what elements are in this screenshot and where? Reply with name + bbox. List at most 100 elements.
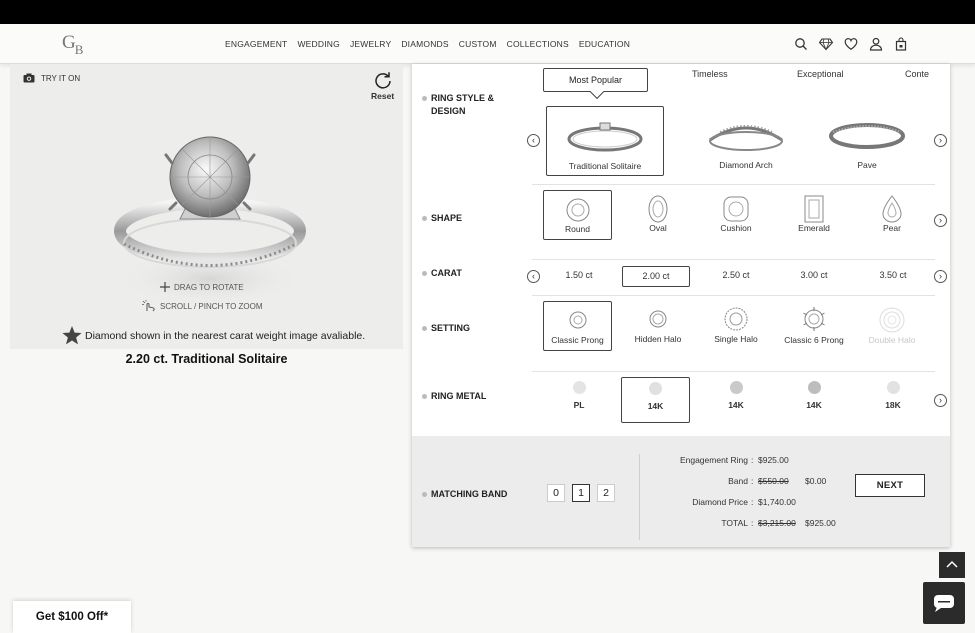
separator: :: [751, 455, 754, 465]
metal-option-pl[interactable]: PL: [545, 377, 613, 410]
setting-option-hidden-halo[interactable]: Hidden Halo: [622, 301, 694, 344]
top-black-bar: [0, 0, 975, 24]
nav-wedding[interactable]: WEDDING: [297, 39, 339, 49]
star-icon: [62, 326, 82, 345]
style-label-2: Pave: [857, 160, 877, 170]
reset-button[interactable]: Reset: [371, 70, 394, 101]
chat-button[interactable]: [923, 582, 965, 624]
shape-option-round[interactable]: Round: [543, 190, 612, 240]
metal-swatch: [572, 381, 586, 394]
arch-ring-icon: [709, 125, 783, 151]
carat-next-arrow[interactable]: ›: [934, 270, 947, 283]
shape-next-arrow[interactable]: ›: [934, 214, 947, 227]
carat-option-3-50[interactable]: 3.50 ct: [859, 266, 927, 287]
metal-option-18k[interactable]: 18K: [859, 377, 927, 410]
price-summary: MATCHING BAND 0 1 2 Engagement Ring : $9…: [412, 436, 950, 547]
nav-diamonds[interactable]: DIAMONDS: [401, 39, 448, 49]
user-icon[interactable]: [869, 37, 883, 51]
carat-option-2-00[interactable]: 2.00 ct: [622, 266, 690, 287]
round-diamond-icon: [566, 198, 589, 222]
pave-ring-icon: [829, 123, 905, 149]
tab-exceptional[interactable]: Exceptional: [797, 69, 844, 79]
ring-3d-viewer[interactable]: TRY IT ON Reset DRAG TO ROTATE SCROLL / …: [10, 64, 403, 349]
pinch-hand-icon: [142, 300, 155, 312]
shape-label-1: Oval: [649, 223, 667, 233]
divider: [532, 371, 935, 372]
metal-label-1: 14K: [647, 401, 664, 411]
ring-image: [114, 136, 306, 307]
carat-option-3-00[interactable]: 3.00 ct: [780, 266, 848, 287]
style-option-diamond-arch[interactable]: Diamond Arch: [686, 106, 806, 176]
band-price: $0.00: [805, 476, 827, 486]
band-qty-1[interactable]: 1: [572, 484, 590, 502]
setting-option-double-halo[interactable]: Double Halo: [856, 301, 928, 345]
product-title: 2.20 ct. Traditional Solitaire: [125, 352, 288, 366]
carat-option-1-50[interactable]: 1.50 ct: [545, 266, 613, 287]
metal-next-arrow[interactable]: ›: [934, 394, 947, 407]
heart-icon[interactable]: [844, 37, 858, 51]
next-button[interactable]: NEXT: [855, 474, 925, 497]
search-icon[interactable]: [794, 37, 808, 51]
hidden-halo-icon: [649, 310, 667, 328]
promo-button[interactable]: Get $100 Off*: [13, 601, 131, 633]
ring-configurator: Most Popular Timeless Exceptional Conte …: [412, 64, 950, 547]
separator: :: [751, 518, 754, 528]
metal-swatch: [886, 381, 900, 394]
setting-label-0: Classic Prong: [551, 335, 604, 345]
style-option-pave[interactable]: Pave: [807, 106, 927, 176]
setting-option-classic-prong[interactable]: Classic Prong: [543, 301, 612, 351]
metal-option-14k-rose[interactable]: 14K: [780, 377, 848, 410]
nav-engagement[interactable]: ENGAGEMENT: [225, 39, 287, 49]
tab-most-popular[interactable]: Most Popular: [543, 68, 648, 92]
reset-label: Reset: [371, 91, 395, 101]
metal-option-14k-yellow[interactable]: 14K: [702, 377, 770, 410]
refresh-icon: [374, 72, 391, 89]
brand-logo[interactable]: GB: [62, 32, 83, 57]
site-header: GB ENGAGEMENT WEDDING JEWELRY DIAMONDS C…: [0, 24, 975, 64]
separator: :: [751, 476, 754, 486]
scroll-to-top-button[interactable]: [939, 552, 965, 578]
metal-label-2: 14K: [728, 400, 744, 410]
main-nav: ENGAGEMENT WEDDING JEWELRY DIAMONDS CUST…: [225, 39, 630, 49]
shape-label: SHAPE: [431, 213, 463, 223]
double-halo-icon: [879, 307, 905, 333]
nav-custom[interactable]: CUSTOM: [459, 39, 497, 49]
diamond-disclaimer: Diamond shown in the nearest carat weigh…: [62, 326, 365, 345]
band-qty-2[interactable]: 2: [597, 484, 615, 502]
bag-icon[interactable]: [894, 37, 908, 51]
band-old-price: $550.00: [758, 476, 789, 486]
tab-timeless[interactable]: Timeless: [692, 69, 728, 79]
carat-option-2-50[interactable]: 2.50 ct: [702, 266, 770, 287]
setting-option-single-halo[interactable]: Single Halo: [700, 301, 772, 344]
nav-collections[interactable]: COLLECTIONS: [507, 39, 569, 49]
metal-label-0: PL: [573, 400, 585, 410]
tab-contemporary[interactable]: Conte: [905, 69, 929, 79]
separator: :: [751, 497, 754, 507]
style-next-arrow[interactable]: ›: [934, 134, 947, 147]
shape-option-cushion[interactable]: Cushion: [702, 190, 770, 233]
metal-swatch: [807, 381, 821, 394]
try-it-on-button[interactable]: TRY IT ON: [23, 73, 80, 83]
try-it-on-label: TRY IT ON: [41, 73, 81, 83]
shape-option-oval[interactable]: Oval: [624, 190, 692, 233]
setting-label-1: Hidden Halo: [634, 334, 682, 344]
carat-prev-arrow[interactable]: ‹: [527, 270, 540, 283]
shape-label-2: Cushion: [720, 223, 752, 233]
nav-education[interactable]: EDUCATION: [579, 39, 630, 49]
shape-option-emerald[interactable]: Emerald: [780, 190, 848, 233]
emerald-diamond-icon: [804, 195, 824, 223]
engagement-ring-price: $925.00: [758, 455, 789, 465]
setting-option-classic-6-prong[interactable]: Classic 6 Prong: [778, 301, 850, 346]
row-label-shape: SHAPE: [422, 212, 462, 225]
style-option-traditional-solitaire[interactable]: Traditional Solitaire: [546, 106, 664, 176]
pear-diamond-icon: [882, 195, 902, 223]
divider: [532, 259, 935, 260]
band-qty-0[interactable]: 0: [547, 484, 565, 502]
shape-option-pear[interactable]: Pear: [858, 190, 926, 233]
drag-hint-label: DRAG TO ROTATE: [174, 282, 244, 292]
nav-jewelry[interactable]: JEWELRY: [350, 39, 391, 49]
style-prev-arrow[interactable]: ‹: [527, 134, 540, 147]
metal-option-14k-white[interactable]: 14K: [621, 377, 690, 423]
diamond-icon[interactable]: [818, 37, 834, 51]
oval-diamond-icon: [648, 195, 668, 223]
